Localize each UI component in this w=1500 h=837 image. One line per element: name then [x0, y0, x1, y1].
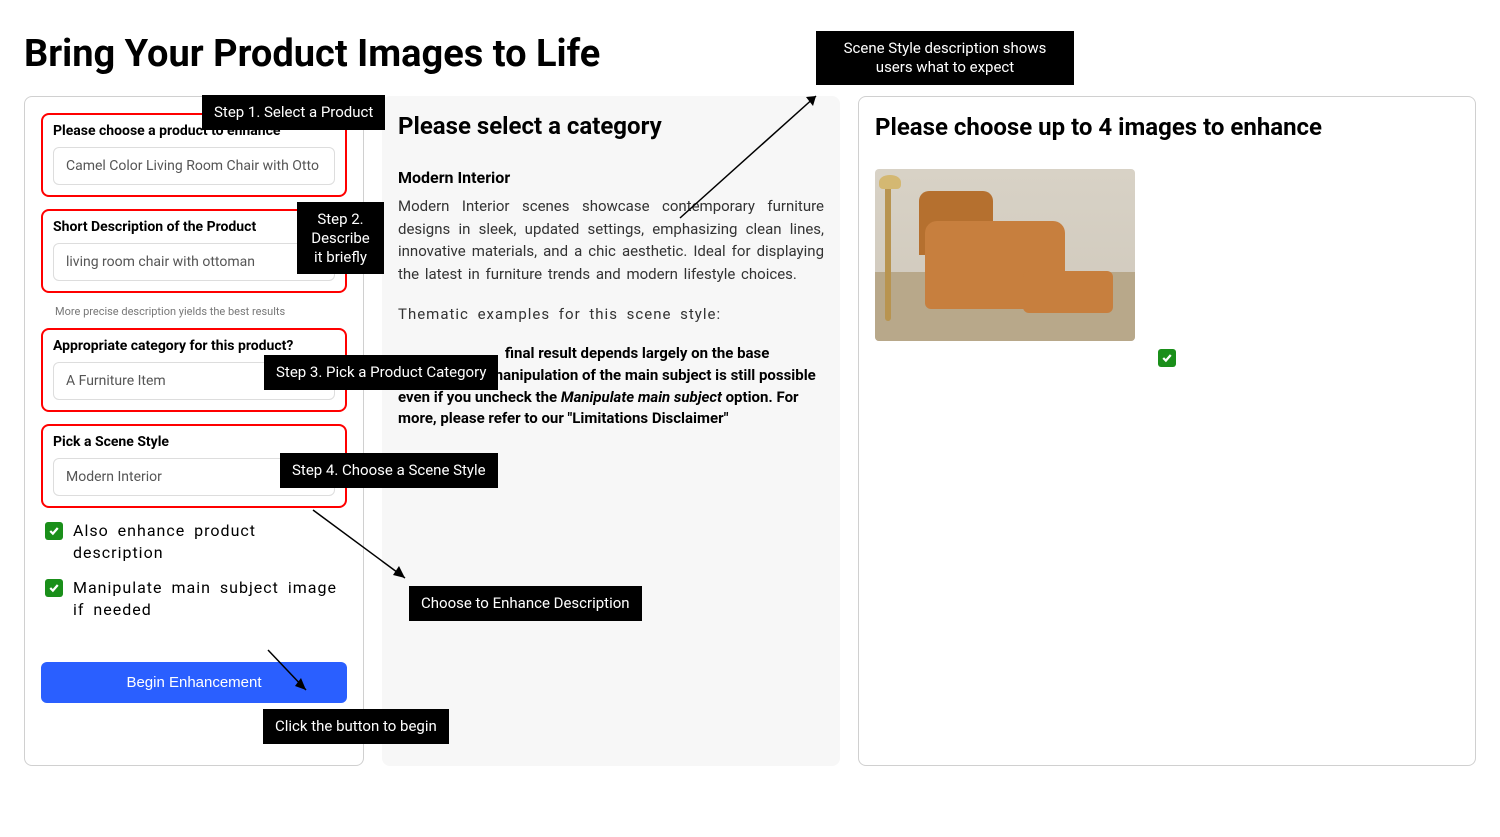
product-image-thumbnail[interactable]	[875, 169, 1135, 341]
checkbox-checked-icon	[45, 579, 63, 597]
checkbox-checked-icon	[1158, 349, 1176, 367]
thumbnail-selected-indicator	[875, 347, 1459, 367]
arrow-scene-description	[680, 88, 830, 218]
page-title: Bring Your Product Images to Life	[0, 0, 1500, 96]
thematic-examples-label: Thematic examples for this scene style:	[398, 305, 824, 323]
manipulate-subject-checkbox-row[interactable]: Manipulate main subject image if needed	[45, 577, 347, 622]
manipulate-subject-label: Manipulate main subject image if needed	[73, 577, 347, 622]
category-label: Appropriate category for this product?	[53, 338, 335, 354]
scene-label: Pick a Scene Style	[53, 434, 335, 450]
callout-step-4: Step 4. Choose a Scene Style	[280, 453, 498, 488]
checkbox-checked-icon	[45, 522, 63, 540]
enhance-description-checkbox-row[interactable]: Also enhance product description	[45, 520, 347, 565]
enhance-description-label: Also enhance product description	[73, 520, 347, 565]
arrow-enhance-description	[313, 510, 423, 590]
callout-scene-description: Scene Style description shows users what…	[816, 31, 1074, 85]
chair-render-placeholder	[875, 169, 1135, 341]
callout-step-2: Step 2. Describe it briefly	[297, 202, 384, 274]
callout-enhance-description: Choose to Enhance Description	[409, 586, 642, 621]
product-select[interactable]: Camel Color Living Room Chair with Otto	[53, 147, 335, 185]
description-label: Short Description of the Product	[53, 219, 335, 235]
description-helper: More precise description yields the best…	[55, 305, 347, 318]
callout-step-3: Step 3. Pick a Product Category	[264, 355, 498, 390]
arrow-begin	[268, 650, 318, 706]
callout-step-1: Step 1. Select a Product	[202, 95, 385, 130]
description-input[interactable]: living room chair with ottoman	[53, 243, 335, 281]
images-section-title: Please choose up to 4 images to enhance	[875, 113, 1459, 141]
right-panel: Please choose up to 4 images to enhance	[858, 96, 1476, 766]
callout-begin: Click the button to begin	[263, 709, 449, 744]
